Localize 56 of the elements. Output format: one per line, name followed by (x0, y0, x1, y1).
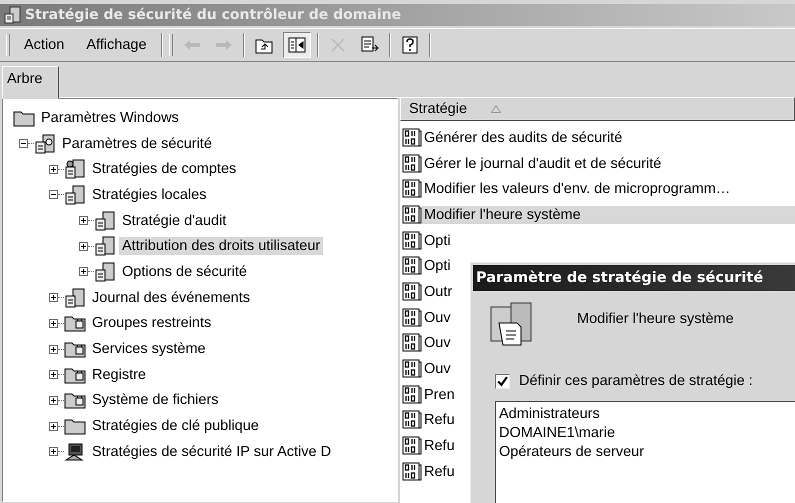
window-title: Stratégie de sécurité du contrôleur de domaine (25, 7, 402, 23)
tree-item[interactable]: Attribution des droits utilisateur (119, 237, 324, 256)
network-computer-icon (64, 442, 86, 462)
tree-item[interactable]: Paramètres de sécurité (59, 134, 215, 153)
server-icon (94, 236, 116, 256)
tree-item[interactable]: Services système (89, 340, 209, 358)
tree-item[interactable]: Registre (89, 366, 149, 384)
list-item[interactable]: Gérer le journal d'audit et de sécurité (422, 154, 795, 173)
tree-item[interactable]: Stratégie d'audit (119, 212, 230, 230)
expand-icon[interactable] (49, 370, 58, 380)
tree-item[interactable]: Système de fichiers (89, 391, 222, 410)
server-icon (64, 288, 86, 308)
server-lock-icon (34, 134, 56, 154)
collapse-icon[interactable] (49, 190, 58, 200)
users-server-icon (64, 159, 86, 180)
account-item[interactable]: DOMAINE1\marie (499, 424, 795, 443)
tree-item[interactable]: Options de sécurité (119, 262, 250, 281)
tree-item[interactable]: Stratégies de sécurité IP sur Active D (89, 442, 334, 461)
column-header[interactable]: Stratégie (400, 97, 795, 121)
dialog-title: Paramètre de stratégie de sécurité (476, 270, 764, 286)
list-item[interactable]: Opti (422, 232, 795, 250)
tree-item[interactable]: Stratégies de comptes (89, 160, 240, 178)
account-item[interactable]: Opérateurs de serveur (499, 443, 795, 462)
list-item[interactable]: Générer des audits de sécurité (422, 128, 795, 147)
sort-ascending-icon (491, 105, 502, 113)
expand-icon[interactable] (49, 396, 58, 405)
policy-name: Modifier l'heure système (577, 311, 734, 327)
expand-icon[interactable] (49, 164, 58, 174)
expand-icon[interactable] (79, 267, 88, 276)
expand-icon[interactable] (79, 216, 88, 226)
server-icon (64, 184, 86, 205)
tree-item[interactable]: Journal des événements (89, 288, 253, 307)
server-icon (94, 262, 116, 282)
column-label: Stratégie (409, 101, 468, 117)
expand-icon[interactable] (49, 293, 58, 302)
server-icon (94, 210, 116, 231)
expand-icon[interactable] (49, 422, 58, 431)
account-item[interactable]: Administrateurs (499, 405, 795, 424)
menu-item[interactable]: Action (16, 35, 72, 55)
expand-icon[interactable] (79, 242, 88, 251)
list-item[interactable]: Modifier les valeurs d'env. de microprogramm… (422, 180, 795, 198)
checkbox[interactable] (495, 374, 510, 388)
show-tree-icon[interactable] (282, 32, 311, 58)
tree-item[interactable]: Stratégies locales (89, 186, 210, 204)
tab[interactable]: Arbre (2, 66, 60, 99)
tree-item[interactable]: Groupes restreints (89, 314, 214, 332)
collapse-icon[interactable] (19, 139, 28, 148)
menu-item[interactable]: Affichage (78, 35, 155, 55)
checkbox-label[interactable]: Définir ces paramètres de stratégie : (519, 373, 753, 389)
server-icon (4, 6, 22, 24)
tree-item[interactable]: Paramètres Windows (38, 108, 182, 127)
list-item[interactable]: Modifier l'heure système (422, 206, 795, 224)
tree-item[interactable]: Stratégies de clé publique (89, 417, 262, 436)
expand-icon[interactable] (49, 344, 58, 354)
expand-icon[interactable] (49, 318, 58, 328)
expand-icon[interactable] (49, 447, 58, 456)
